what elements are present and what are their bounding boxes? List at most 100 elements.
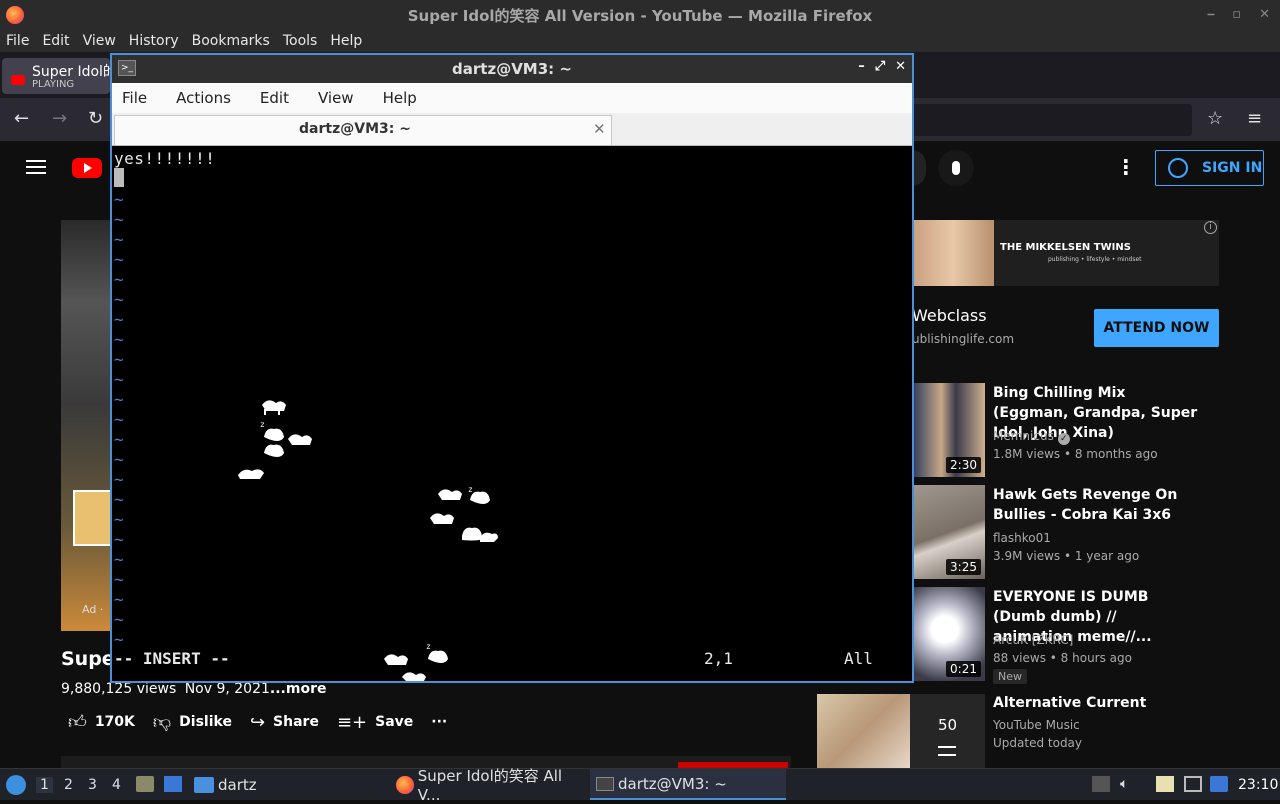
terminal-menubar: File Actions Edit View Help	[112, 83, 912, 113]
tab-playing-status: PLAYING	[32, 79, 75, 90]
reload-icon[interactable]: ↻	[88, 108, 103, 129]
video-title-link[interactable]: Alternative Current	[993, 693, 1198, 713]
video-thumbnail[interactable]: 2:30	[912, 383, 985, 477]
bookmark-star-icon[interactable]: ☆	[1207, 108, 1223, 129]
url-bar[interactable]	[912, 104, 1192, 136]
tilde-marker: ~	[114, 590, 124, 609]
tab-close-icon[interactable]: ✕	[593, 120, 606, 138]
taskbar-task-firefox[interactable]: Super Idol的笑容 All V...	[392, 767, 587, 804]
menu-file[interactable]: File	[6, 33, 29, 49]
back-icon[interactable]: ←	[14, 108, 29, 129]
attend-now-button[interactable]: ATTEND NOW	[1094, 309, 1219, 347]
taskbar-folder-dartz[interactable]: dartz	[194, 769, 257, 800]
vim-cursor	[114, 168, 124, 187]
workspace-2[interactable]: 2	[64, 777, 73, 793]
terminal-window[interactable]: >_ dartz@VM3: ~ – ⤢ ✕ File Actions Edit …	[110, 53, 914, 683]
eject-icon[interactable]	[1092, 776, 1110, 792]
terminal-task-icon	[596, 776, 614, 791]
voice-search-icon[interactable]	[938, 150, 974, 186]
workspace-1[interactable]: 1	[36, 777, 53, 793]
recommendation-item[interactable]: 3:25 Hawk Gets Revenge On Bullies - Cobr…	[912, 485, 1232, 585]
menu-help[interactable]: Help	[330, 33, 362, 49]
video-thumbnail[interactable]: 3:25	[912, 485, 985, 579]
channel-name[interactable]: YouTube Music	[993, 718, 1080, 732]
show-desktop-icon[interactable]	[164, 776, 182, 792]
channel-name[interactable]: Memnicus ✓	[993, 429, 1070, 445]
menu-bookmarks[interactable]: Bookmarks	[192, 33, 270, 49]
tilde-marker: ~	[114, 570, 124, 589]
term-menu-edit[interactable]: Edit	[260, 89, 289, 107]
terminal-body[interactable]: yes!!!!!!! ~ ~ ~ ~ ~ ~ ~ ~ ~ ~ ~ ~ ~ ~ ~…	[112, 147, 912, 681]
keyboard-icon[interactable]	[1184, 776, 1202, 792]
video-stats: 88 views • 8 hours ago	[993, 651, 1132, 665]
menu-view[interactable]: View	[83, 33, 116, 49]
recommendation-item[interactable]: 2:30 Bing Chilling Mix (Eggman, Grandpa,…	[912, 383, 1232, 483]
workspace-3[interactable]: 3	[88, 777, 97, 793]
terminal-title: dartz@VM3: ~	[452, 60, 572, 78]
ad-banner-photo	[912, 220, 994, 286]
tilde-marker: ~	[114, 470, 124, 489]
sheep-sprite-cluster: z	[238, 400, 312, 479]
taskbar-task-terminal[interactable]: dartz@VM3: ~	[590, 769, 786, 800]
clipboard-icon[interactable]	[1156, 776, 1174, 792]
ad-title[interactable]: Webclass	[912, 306, 987, 325]
firefox-menubar: File Edit View History Bookmarks Tools H…	[0, 30, 1280, 52]
video-ad-thumbnail[interactable]	[73, 490, 113, 546]
menu-tools[interactable]: Tools	[283, 33, 318, 49]
tilde-marker: ~	[114, 210, 124, 229]
term-menu-actions[interactable]: Actions	[176, 89, 231, 107]
description-more-link[interactable]: ...more	[270, 681, 327, 697]
dislike-label: Dislike	[179, 714, 232, 730]
maximize-icon[interactable]: ▫	[1232, 7, 1241, 22]
minimize-icon[interactable]: –	[858, 59, 865, 74]
ad-info-icon[interactable]: i	[1204, 221, 1217, 234]
network-icon[interactable]	[1210, 776, 1228, 792]
browser-tab-youtube[interactable]: Super Idol的 PLAYING	[2, 58, 117, 94]
sidebar-ad-banner[interactable]: THE MIKKELSEN TWINS publishing • lifesty…	[912, 220, 1219, 286]
like-button[interactable]: 👍︎ 170K	[68, 711, 135, 733]
tilde-marker: ~	[114, 390, 124, 409]
workspace-4[interactable]: 4	[112, 777, 121, 793]
recommendation-item[interactable]: 0:21 EVERYONE IS DUMB (Dumb dumb) // ani…	[912, 587, 1232, 687]
terminal-task-label: dartz@VM3: ~	[618, 774, 727, 793]
channel-name[interactable]: ArcuK [ZKRC]	[993, 633, 1073, 647]
close-icon[interactable]: ✕	[895, 59, 906, 74]
start-menu-icon[interactable]	[6, 775, 26, 795]
ad-brand: THE MIKKELSEN TWINS	[1000, 242, 1131, 253]
close-icon[interactable]: ✕	[1259, 7, 1270, 22]
term-menu-file[interactable]: File	[122, 89, 147, 107]
new-badge: New	[993, 669, 1027, 684]
menu-edit[interactable]: Edit	[42, 33, 69, 49]
tilde-marker: ~	[114, 610, 124, 629]
vim-cursor-position: 2,1	[704, 649, 733, 668]
channel-name[interactable]: flashko01	[993, 531, 1051, 545]
save-button[interactable]: ≡+ Save	[337, 712, 413, 733]
youtube-logo-icon[interactable]	[72, 158, 102, 178]
video-title-link[interactable]: Hawk Gets Revenge On Bullies - Cobra Kai…	[993, 485, 1198, 525]
forward-icon[interactable]: →	[52, 108, 67, 129]
share-button[interactable]: ↪ Share	[250, 712, 319, 733]
term-menu-view[interactable]: View	[318, 89, 354, 107]
mix-thumbnail[interactable]	[817, 694, 910, 768]
account-icon	[1168, 158, 1188, 178]
video-stats: Updated today	[993, 736, 1083, 750]
terminal-titlebar[interactable]: >_ dartz@VM3: ~ – ⤢ ✕	[112, 55, 912, 83]
recommendation-item[interactable]: Alternative Current YouTube Music Update…	[912, 693, 1232, 763]
volume-icon[interactable]: 🔈︎	[1120, 776, 1138, 792]
dislike-button[interactable]: 👎︎ Dislike	[153, 711, 232, 733]
clock[interactable]: 23:10	[1238, 777, 1278, 793]
guide-menu-icon[interactable]	[26, 160, 46, 174]
sign-in-button[interactable]: SIGN IN	[1155, 150, 1264, 186]
menu-history[interactable]: History	[129, 33, 179, 49]
term-menu-help[interactable]: Help	[383, 89, 417, 107]
minimize-icon[interactable]: ⎯	[1208, 7, 1215, 22]
maximize-icon[interactable]: ⤢	[875, 59, 885, 74]
video-player[interactable]	[61, 220, 116, 631]
firefox-logo-icon	[6, 6, 24, 24]
settings-kebab-icon[interactable]: · · ·	[1122, 151, 1130, 183]
app-menu-icon[interactable]: ≡	[1247, 108, 1262, 129]
file-manager-icon[interactable]	[136, 776, 154, 792]
more-actions-button[interactable]: ···	[431, 714, 447, 730]
video-thumbnail[interactable]: 0:21	[912, 587, 985, 681]
terminal-tab[interactable]: dartz@VM3: ~ ✕	[114, 115, 612, 145]
